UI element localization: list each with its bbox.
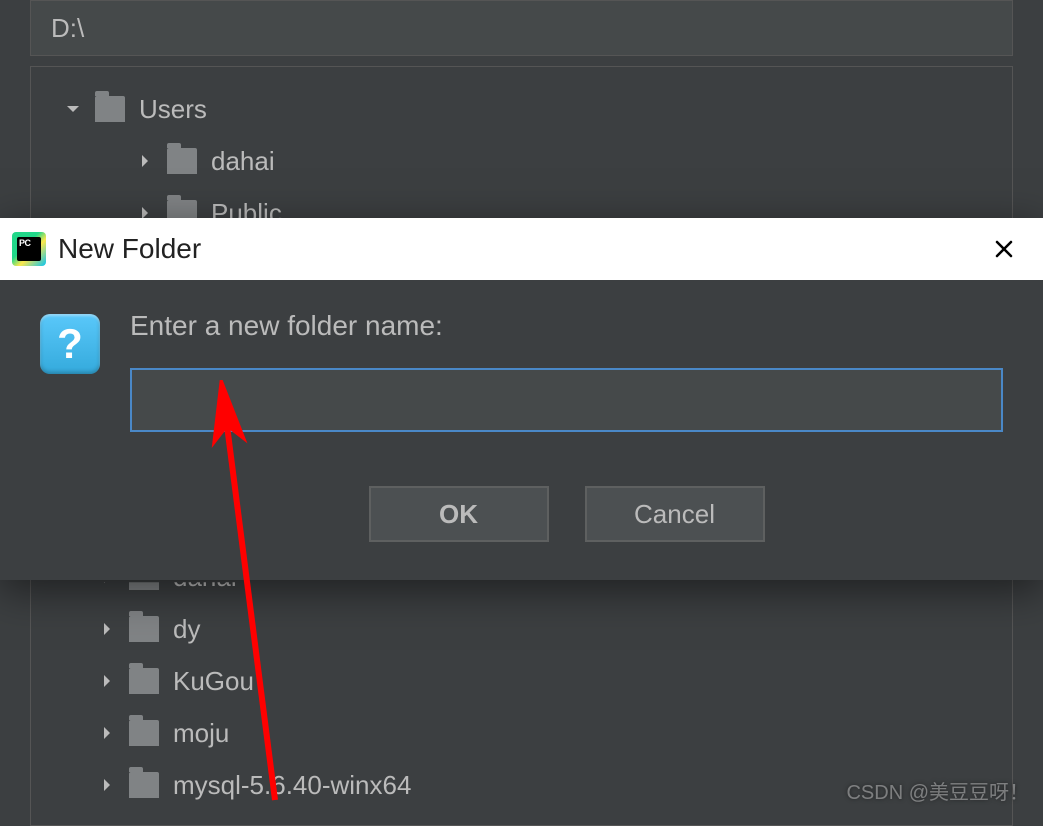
tree-item-label: dy xyxy=(173,614,200,645)
chevron-right-icon xyxy=(133,149,157,173)
tree-item-dy[interactable]: dy xyxy=(31,603,1012,655)
dialog-buttons: OK Cancel xyxy=(130,486,1003,542)
path-value: D:\ xyxy=(51,13,84,44)
dialog-titlebar[interactable]: PC New Folder xyxy=(0,218,1043,280)
question-icon: ? xyxy=(40,314,100,374)
tree-item-label: moju xyxy=(173,718,229,749)
folder-icon xyxy=(129,772,159,798)
tree-item-label: mysql-5.6.40-winx64 xyxy=(173,770,411,801)
chevron-right-icon xyxy=(95,721,119,745)
folder-icon xyxy=(167,148,197,174)
dialog-body: ? Enter a new folder name: OK Cancel xyxy=(0,280,1043,580)
path-bar[interactable]: D:\ xyxy=(30,0,1013,56)
chevron-right-icon xyxy=(95,773,119,797)
chevron-down-icon xyxy=(61,97,85,121)
tree-item-moju[interactable]: moju xyxy=(31,707,1012,759)
folder-name-input[interactable] xyxy=(130,368,1003,432)
dialog-title: New Folder xyxy=(58,233,201,265)
new-folder-dialog: PC New Folder ? Enter a new folder name:… xyxy=(0,218,1043,580)
tree-item-users[interactable]: Users xyxy=(31,83,1012,135)
pycharm-icon: PC xyxy=(12,232,46,266)
cancel-button[interactable]: Cancel xyxy=(585,486,765,542)
dialog-form: Enter a new folder name: OK Cancel xyxy=(130,310,1003,542)
folder-icon xyxy=(95,96,125,122)
chevron-right-icon xyxy=(95,617,119,641)
tree-item-label: KuGou xyxy=(173,666,254,697)
tree-item-mysql[interactable]: mysql-5.6.40-winx64 xyxy=(31,759,1012,811)
chevron-right-icon xyxy=(95,669,119,693)
tree-item-label: dahai xyxy=(211,146,275,177)
tree-item-dahai[interactable]: dahai xyxy=(31,135,1012,187)
folder-icon xyxy=(129,616,159,642)
folder-icon xyxy=(129,668,159,694)
tree-item-kugou[interactable]: KuGou xyxy=(31,655,1012,707)
ok-button[interactable]: OK xyxy=(369,486,549,542)
close-button[interactable] xyxy=(985,230,1023,268)
prompt-label: Enter a new folder name: xyxy=(130,310,1003,342)
folder-icon xyxy=(129,720,159,746)
tree-item-label: Users xyxy=(139,94,207,125)
